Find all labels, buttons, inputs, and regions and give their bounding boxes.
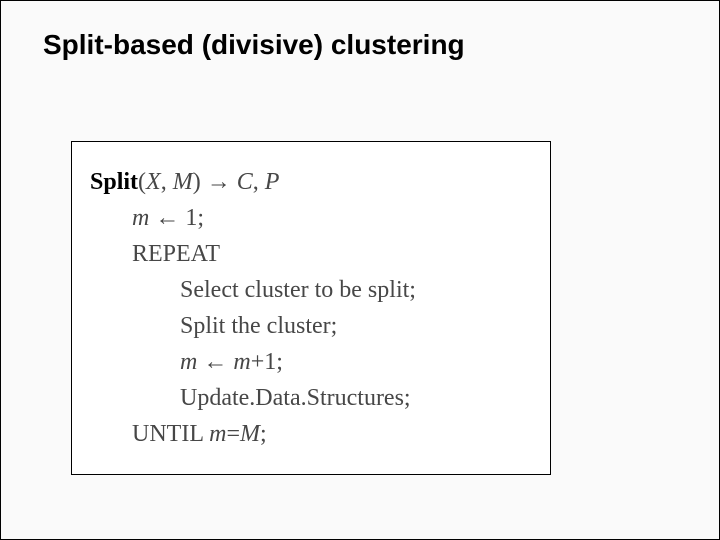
slide-title: Split-based (divisive) clustering xyxy=(43,29,465,61)
algo-signature: Split(X, M) → C, P xyxy=(90,164,532,200)
until-rhs: M xyxy=(240,421,260,447)
comma-2: , xyxy=(253,169,265,195)
until-end: ; xyxy=(260,421,267,447)
comma-1: , xyxy=(161,169,173,195)
ret-p: P xyxy=(265,169,280,195)
algo-until: UNTIL m=M; xyxy=(90,416,532,452)
algo-line-1: m ← 1; xyxy=(90,200,532,236)
arg-x: X xyxy=(146,169,161,195)
assign-arrow: ← xyxy=(197,349,233,375)
until-keyword: UNTIL xyxy=(132,421,209,447)
args-close: ) xyxy=(193,169,201,195)
var-m-lhs: m xyxy=(180,349,197,375)
arg-m: M xyxy=(173,169,193,195)
algo-line-update: Update.Data.Structures; xyxy=(90,380,532,416)
ret-c: C xyxy=(237,169,253,195)
var-m-rhs: m xyxy=(233,349,250,375)
until-eq: = xyxy=(226,421,240,447)
algo-line-split: Split the cluster; xyxy=(90,308,532,344)
assign-1: ← 1; xyxy=(149,205,204,231)
until-lhs: m xyxy=(209,421,226,447)
algo-line-select: Select cluster to be split; xyxy=(90,272,532,308)
algo-line-incr: m ← m+1; xyxy=(90,344,532,380)
plus-one: +1; xyxy=(251,349,283,375)
args-open: ( xyxy=(138,169,146,195)
algorithm-box: Split(X, M) → C, P m ← 1; REPEAT Select … xyxy=(71,141,551,475)
var-m: m xyxy=(132,205,149,231)
algo-repeat: REPEAT xyxy=(90,236,532,272)
arrow: → xyxy=(201,169,237,195)
func-name: Split xyxy=(90,169,138,195)
